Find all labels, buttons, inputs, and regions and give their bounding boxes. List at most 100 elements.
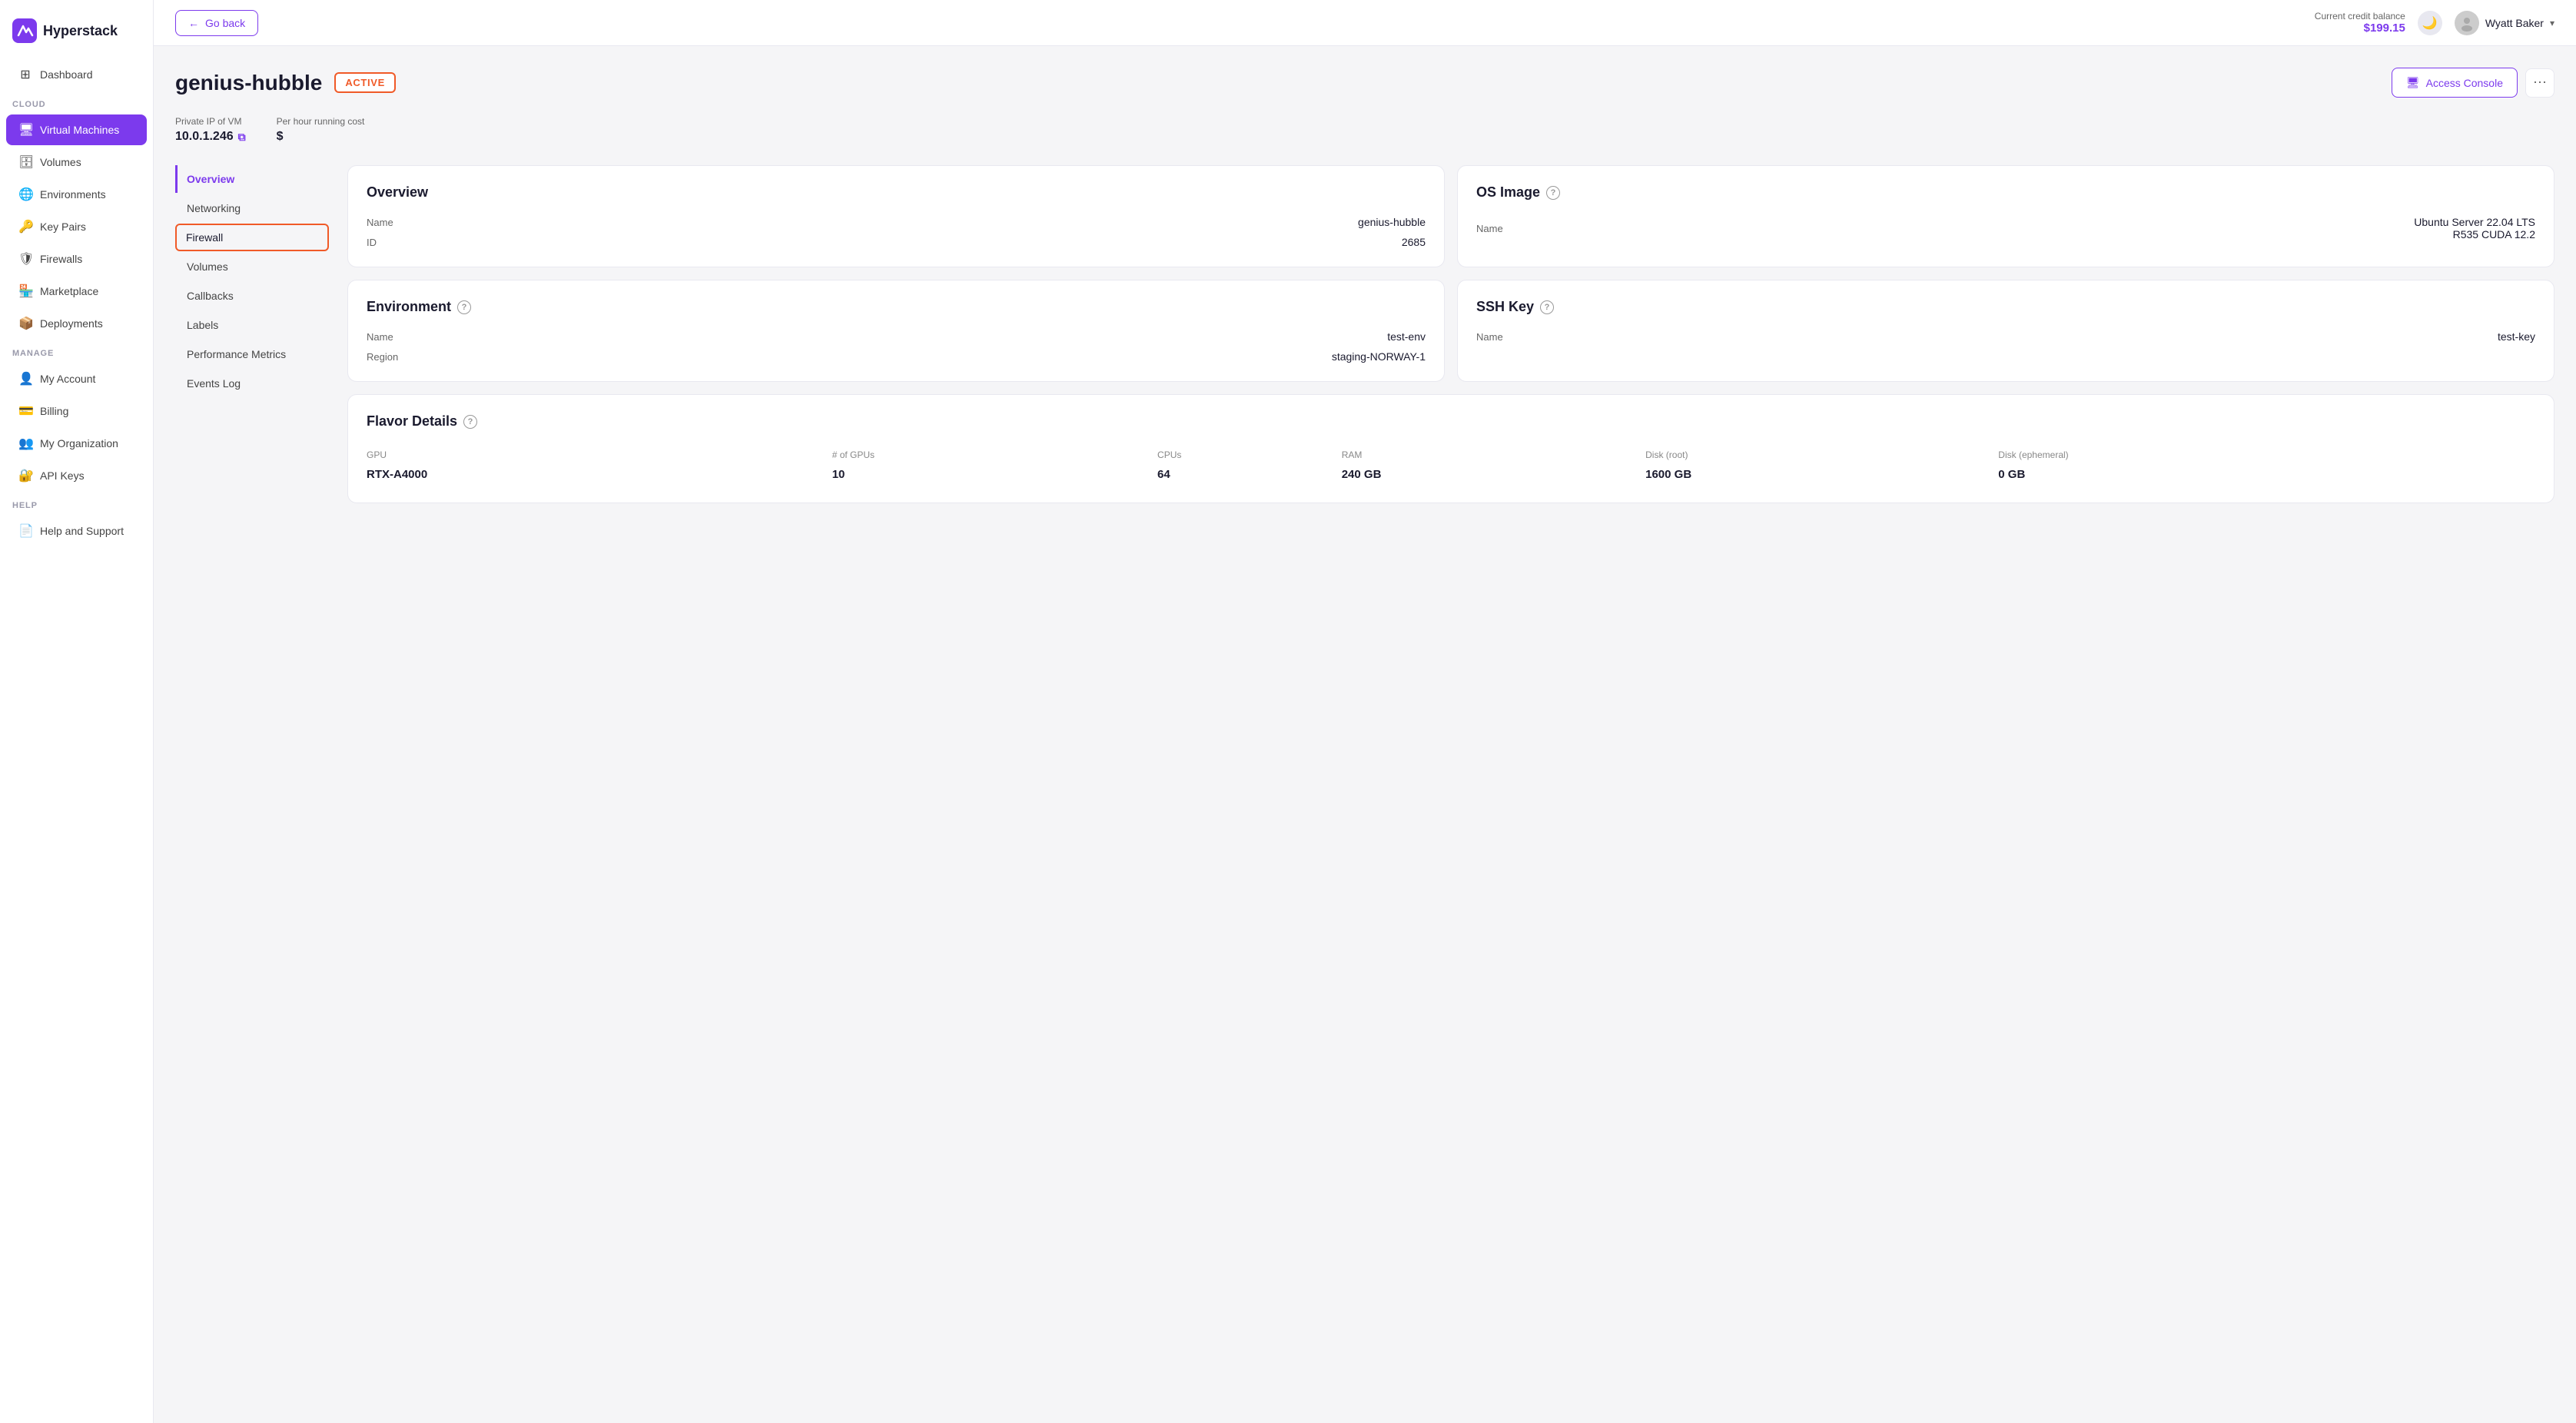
copy-icon[interactable]: ⧉ bbox=[238, 131, 246, 144]
nav-item-volumes[interactable]: Volumes bbox=[175, 253, 329, 280]
ssh-key-info-icon[interactable]: ? bbox=[1540, 300, 1554, 314]
user-menu[interactable]: Wyatt Baker ▾ bbox=[2455, 11, 2554, 35]
moon-icon: 🌙 bbox=[2422, 15, 2438, 31]
sidebar-item-api-keys[interactable]: 🔐 API Keys bbox=[6, 460, 147, 491]
sidebar-item-firewalls[interactable]: 🛡 Firewalls bbox=[6, 244, 147, 274]
environment-info-icon[interactable]: ? bbox=[457, 300, 471, 314]
private-ip-item: Private IP of VM 10.0.1.246 ⧉ bbox=[175, 116, 246, 144]
my-org-icon: 👥 bbox=[18, 436, 32, 451]
private-ip-label: Private IP of VM bbox=[175, 116, 246, 127]
env-name-key: Name bbox=[367, 331, 393, 343]
flavor-ram-value: 240 GB bbox=[1342, 465, 1645, 484]
sidebar-item-deployments[interactable]: 📦 Deployments bbox=[6, 308, 147, 339]
environment-title: Environment ? bbox=[367, 299, 1426, 315]
sidebar-item-virtual-machines[interactable]: 🖥 Virtual Machines bbox=[6, 114, 147, 145]
sidebar-item-my-account[interactable]: 👤 My Account bbox=[6, 363, 147, 394]
header-left: ← Go back bbox=[175, 10, 258, 36]
os-name-key: Name bbox=[1476, 223, 1503, 234]
ssh-name-key: Name bbox=[1476, 331, 1503, 343]
nav-item-callbacks[interactable]: Callbacks bbox=[175, 282, 329, 310]
page-header: genius-hubble ACTIVE 🖥 Access Console ⋯ bbox=[175, 68, 2554, 98]
flavor-disk-root-value: 1600 GB bbox=[1645, 465, 1998, 484]
cards-row-2: Environment ? Name test-env Region stagi… bbox=[347, 280, 2554, 382]
sidebar-item-billing[interactable]: 💳 Billing bbox=[6, 396, 147, 426]
credit-balance: Current credit balance $199.15 bbox=[2315, 11, 2405, 35]
env-region-row: Region staging-NORWAY-1 bbox=[367, 350, 1426, 363]
overview-name-value: genius-hubble bbox=[1358, 216, 1426, 228]
flavor-title: Flavor Details ? bbox=[367, 413, 2535, 430]
key-pairs-icon: 🔑 bbox=[18, 219, 32, 234]
cards-area: Overview Name genius-hubble ID 2685 bbox=[347, 165, 2554, 503]
chevron-down-icon: ▾ bbox=[2550, 18, 2554, 28]
main-area: ← Go back Current credit balance $199.15… bbox=[154, 0, 2576, 1423]
api-keys-icon: 🔐 bbox=[18, 468, 32, 483]
flavor-info-icon[interactable]: ? bbox=[463, 415, 477, 429]
nav-item-firewall[interactable]: Firewall bbox=[175, 224, 329, 251]
sidebar-item-key-pairs[interactable]: 🔑 Key Pairs bbox=[6, 211, 147, 242]
sidebar-item-my-organization[interactable]: 👥 My Organization bbox=[6, 428, 147, 459]
flavor-cpus-value: 64 bbox=[1157, 465, 1342, 484]
volumes-icon: 🗄 bbox=[18, 154, 32, 170]
sidebar-item-label: My Account bbox=[40, 373, 95, 385]
overview-name-key: Name bbox=[367, 217, 393, 228]
ellipsis-icon: ⋯ bbox=[2533, 75, 2547, 91]
nav-item-labels[interactable]: Labels bbox=[175, 311, 329, 339]
user-name: Wyatt Baker bbox=[2485, 17, 2544, 29]
page-title: genius-hubble bbox=[175, 71, 322, 95]
sidebar-item-volumes[interactable]: 🗄 Volumes bbox=[6, 147, 147, 177]
access-console-label: Access Console bbox=[2426, 77, 2503, 89]
sidebar-item-help-support[interactable]: 📄 Help and Support bbox=[6, 516, 147, 546]
cost-value: $ bbox=[277, 130, 365, 144]
nav-item-overview[interactable]: Overview bbox=[175, 165, 329, 193]
avatar bbox=[2455, 11, 2479, 35]
dashboard-icon: ⊞ bbox=[18, 67, 32, 82]
header: ← Go back Current credit balance $199.15… bbox=[154, 0, 2576, 46]
os-image-card: OS Image ? Name Ubuntu Server 22.04 LTSR… bbox=[1457, 165, 2554, 267]
overview-id-value: 2685 bbox=[1402, 236, 1426, 248]
private-ip-value: 10.0.1.246 ⧉ bbox=[175, 130, 246, 144]
env-name-row: Name test-env bbox=[367, 330, 1426, 343]
vm-meta: Private IP of VM 10.0.1.246 ⧉ Per hour r… bbox=[175, 116, 2554, 144]
ssh-key-card: SSH Key ? Name test-key bbox=[1457, 280, 2554, 382]
sidebar-item-label: Firewalls bbox=[40, 253, 82, 265]
ssh-key-title: SSH Key ? bbox=[1476, 299, 2535, 315]
sidebar-item-label: Billing bbox=[40, 405, 68, 417]
sidebar-item-label: Marketplace bbox=[40, 285, 98, 297]
my-account-icon: 👤 bbox=[18, 371, 32, 386]
os-image-info-icon[interactable]: ? bbox=[1546, 186, 1560, 200]
credit-label: Current credit balance bbox=[2315, 11, 2405, 22]
os-image-title: OS Image ? bbox=[1476, 184, 2535, 201]
sidebar-item-label: Environments bbox=[40, 188, 106, 201]
sidebar-item-label: My Organization bbox=[40, 437, 118, 449]
credit-amount: $199.15 bbox=[2315, 22, 2405, 35]
help-icon: 📄 bbox=[18, 523, 32, 539]
nav-item-performance-metrics[interactable]: Performance Metrics bbox=[175, 340, 329, 368]
nav-item-events-log[interactable]: Events Log bbox=[175, 370, 329, 397]
overview-card: Overview Name genius-hubble ID 2685 bbox=[347, 165, 1445, 267]
flavor-gpu-value: RTX-A4000 bbox=[367, 465, 832, 484]
flavor-col-disk-ephemeral: Disk (ephemeral) bbox=[1998, 445, 2535, 465]
sidebar-item-label: Volumes bbox=[40, 156, 81, 168]
sidebar-item-environments[interactable]: 🌐 Environments bbox=[6, 179, 147, 210]
overview-id-row: ID 2685 bbox=[367, 236, 1426, 248]
more-options-button[interactable]: ⋯ bbox=[2525, 68, 2554, 98]
back-arrow-icon: ← bbox=[188, 17, 199, 29]
cost-item: Per hour running cost $ bbox=[277, 116, 365, 144]
access-console-button[interactable]: 🖥 Access Console bbox=[2392, 68, 2518, 98]
logo: Hyperstack bbox=[0, 12, 153, 58]
nav-item-networking[interactable]: Networking bbox=[175, 194, 329, 222]
sidebar-item-label: Key Pairs bbox=[40, 221, 86, 233]
deployments-icon: 📦 bbox=[18, 316, 32, 331]
cards-row-1: Overview Name genius-hubble ID 2685 bbox=[347, 165, 2554, 267]
sidebar-item-marketplace[interactable]: 🏪 Marketplace bbox=[6, 276, 147, 307]
flavor-num-gpus-value: 10 bbox=[832, 465, 1157, 484]
logo-text: Hyperstack bbox=[43, 23, 118, 39]
overview-id-key: ID bbox=[367, 237, 377, 248]
detail-nav: Overview Networking Firewall Volumes Cal… bbox=[175, 165, 329, 503]
sidebar-item-label: API Keys bbox=[40, 469, 85, 482]
go-back-button[interactable]: ← Go back bbox=[175, 10, 258, 36]
env-name-value: test-env bbox=[1387, 330, 1426, 343]
sidebar-item-dashboard[interactable]: ⊞ Dashboard bbox=[6, 59, 147, 90]
theme-toggle-button[interactable]: 🌙 bbox=[2418, 11, 2442, 35]
sidebar-item-label: Virtual Machines bbox=[40, 124, 119, 136]
